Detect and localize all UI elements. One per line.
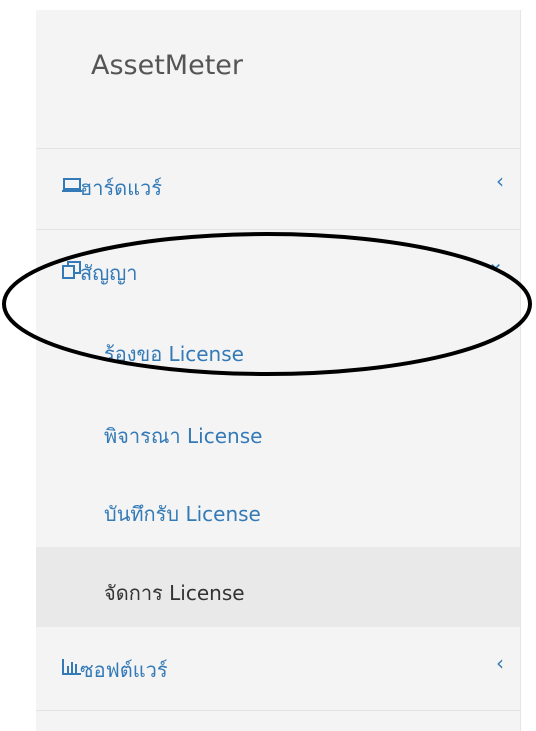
submenu-label: พิจารณา License xyxy=(104,424,263,448)
nav-item-hardware[interactable]: ฮาร์ดแวร์ ‹ xyxy=(36,165,520,205)
nav-item-contract[interactable]: สัญญา ⌄ xyxy=(36,250,520,290)
nav-label-software: ซอฟต์แวร์ xyxy=(80,658,168,682)
submenu-label: บันทึกรับ License xyxy=(104,502,261,526)
chevron-left-icon: ‹ xyxy=(496,651,504,675)
laptop-icon xyxy=(62,178,82,197)
nav-label-hardware: ฮาร์ดแวร์ xyxy=(80,176,163,200)
brand-title[interactable]: AssetMeter xyxy=(91,50,243,81)
bar-chart-icon xyxy=(62,658,82,680)
divider xyxy=(36,148,520,149)
nav-label-contract: สัญญา xyxy=(80,261,138,285)
chevron-down-icon: ⌄ xyxy=(487,250,504,274)
submenu-label: จัดการ License xyxy=(104,581,245,605)
chevron-left-icon: ‹ xyxy=(496,169,504,193)
submenu-item-request-license[interactable]: ร้องขอ License xyxy=(36,320,520,380)
sidebar: AssetMeter ฮาร์ดแวร์ ‹ สัญญา ⌄ ร้องขอ Li… xyxy=(36,10,521,731)
submenu-item-review-license[interactable]: พิจารณา License xyxy=(36,402,520,462)
submenu-item-manage-license[interactable]: จัดการ License xyxy=(36,547,520,627)
submenu-label: ร้องขอ License xyxy=(104,342,244,366)
copy-icon xyxy=(62,260,82,284)
submenu-item-receive-license[interactable]: บันทึกรับ License xyxy=(36,480,520,540)
nav-item-software[interactable]: ซอฟต์แวร์ ‹ xyxy=(36,647,520,687)
divider xyxy=(36,229,520,230)
divider xyxy=(36,710,520,711)
